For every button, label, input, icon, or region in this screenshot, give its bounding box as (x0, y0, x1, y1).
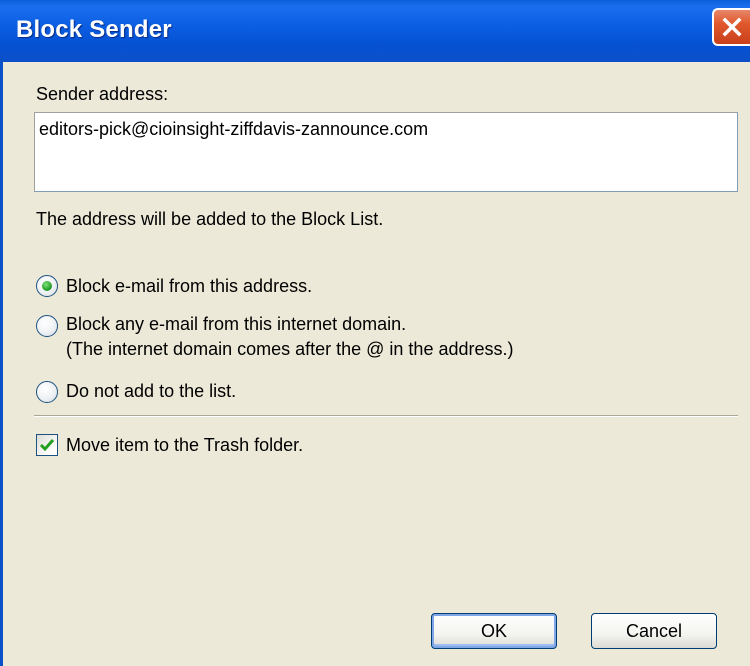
separator (34, 415, 738, 417)
sender-address-label: Sender address: (36, 84, 169, 104)
close-icon (722, 17, 742, 37)
move-to-trash-checkbox[interactable] (36, 434, 58, 456)
radio-block-domain[interactable] (36, 315, 58, 337)
window-title: Block Sender (16, 16, 172, 43)
radio-do-not-add[interactable] (36, 381, 58, 403)
block-list-info: The address will be added to the Block L… (36, 209, 384, 229)
move-to-trash-label: Move item to the Trash folder. (66, 435, 304, 455)
block-sender-dialog: Block Sender Sender address: editors-pic… (0, 0, 750, 666)
option-label: Block e-mail from this address. (66, 276, 313, 296)
checkmark-icon (39, 439, 55, 452)
sender-address-field[interactable]: editors-pick@cioinsight-ziffdavis-zannou… (34, 112, 738, 192)
radio-block-address[interactable] (36, 275, 58, 297)
option-label: Block any e-mail from this internet doma… (66, 314, 407, 334)
radio-selected-dot (42, 281, 52, 291)
title-bar[interactable]: Block Sender (0, 0, 750, 62)
close-button[interactable] (712, 8, 750, 46)
option-sublabel: (The internet domain comes after the @ i… (66, 339, 514, 359)
window-frame (0, 62, 3, 666)
ok-button[interactable]: OK (431, 613, 557, 649)
cancel-button[interactable]: Cancel (591, 613, 717, 649)
sender-address-value: editors-pick@cioinsight-ziffdavis-zannou… (39, 119, 429, 139)
option-label: Do not add to the list. (66, 381, 237, 401)
